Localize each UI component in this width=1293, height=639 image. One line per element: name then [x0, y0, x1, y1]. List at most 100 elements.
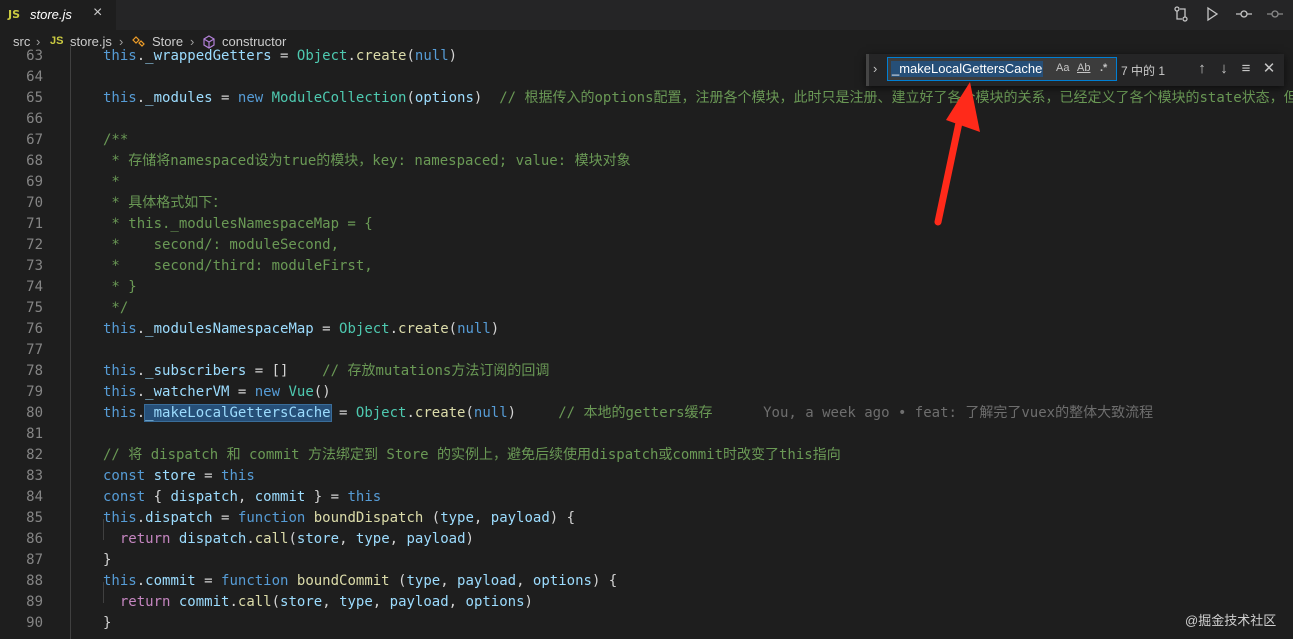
code-token: this: [103, 510, 137, 526]
source-control-icon[interactable]: [1235, 5, 1253, 23]
code-token: .: [136, 48, 146, 64]
line-number: 80: [26, 405, 43, 421]
code-token: // 本地的getters缓存: [558, 405, 713, 421]
line-number: 82: [26, 447, 43, 463]
code-text: this.dispatch = function boundDispatch (…: [103, 508, 575, 529]
code-line[interactable]: 86 return dispatch.call(store, type, pay…: [0, 529, 1293, 550]
code-token: options: [414, 90, 474, 106]
line-number: 84: [26, 489, 43, 505]
code-token: null: [457, 321, 491, 337]
chevron-right-icon[interactable]: ›: [873, 61, 877, 76]
find-input[interactable]: _makeLocalGettersCache Aa Ab .*: [887, 57, 1117, 81]
code-token: null: [473, 405, 508, 421]
code-line[interactable]: 89 return commit.call(store, type, paylo…: [0, 592, 1293, 613]
code-text: * }: [103, 277, 136, 298]
code-line[interactable]: 69 *: [0, 172, 1293, 193]
code-line[interactable]: 75 */: [0, 298, 1293, 319]
tab-store-js[interactable]: JS store.js ×: [0, 0, 116, 30]
code-line[interactable]: 70 * 具体格式如下：: [0, 193, 1293, 214]
code-token: .: [136, 90, 146, 106]
code-token: ,: [473, 510, 491, 526]
code-line[interactable]: 65 this._modules = new ModuleCollection(o…: [0, 88, 1293, 109]
code-token: (: [465, 405, 474, 421]
compare-changes-icon[interactable]: [1172, 5, 1190, 23]
code-text: return dispatch.call(store, type, payloa…: [103, 529, 474, 550]
close-icon[interactable]: ×: [93, 4, 102, 22]
code-token: .: [246, 531, 255, 547]
code-line[interactable]: 85 this.dispatch = function boundDispatch…: [0, 508, 1293, 529]
line-number: 71: [26, 216, 43, 232]
line-number: 85: [26, 510, 43, 526]
code-token: create: [355, 48, 407, 64]
code-line[interactable]: 82 // 将 dispatch 和 commit 方法绑定到 Store 的实例…: [0, 445, 1293, 466]
code-token: .: [406, 405, 415, 421]
code-text: /**: [103, 130, 128, 151]
code-token: this: [103, 384, 137, 400]
code-line[interactable]: 80 this._makeLocalGettersCache = Object.c…: [0, 403, 1293, 424]
code-line[interactable]: 87}: [0, 550, 1293, 571]
tab-filename: store.js: [30, 7, 72, 22]
code-line[interactable]: 76 this._modulesNamespaceMap = Object.cre…: [0, 319, 1293, 340]
code-line[interactable]: 77: [0, 340, 1293, 361]
run-icon[interactable]: [1203, 5, 1221, 23]
code-token: ,: [448, 594, 466, 610]
editor-tab-bar: JS store.js ×: [0, 0, 1293, 30]
code-token: * second/: moduleSecond,: [103, 237, 340, 253]
line-number: 87: [26, 552, 43, 568]
code-line[interactable]: 67 /**: [0, 130, 1293, 151]
code-token: =: [271, 48, 297, 64]
code-token: ,: [516, 573, 533, 589]
code-line[interactable]: 90}: [0, 613, 1293, 634]
whole-word-toggle[interactable]: Ab: [1077, 62, 1090, 74]
code-line[interactable]: 72 * second/: moduleSecond,: [0, 235, 1293, 256]
code-line[interactable]: 83 const store = this: [0, 466, 1293, 487]
code-token: return: [119, 594, 179, 610]
code-line[interactable]: 78 this._subscribers = [] // 存放mutations方…: [0, 361, 1293, 382]
find-widget: › _makeLocalGettersCache Aa Ab .* 7 中的 1…: [866, 54, 1284, 86]
regex-toggle[interactable]: .*: [1100, 62, 1107, 74]
code-text: }: [103, 613, 111, 634]
line-number: 78: [26, 363, 43, 379]
code-token: (: [271, 594, 281, 610]
code-line[interactable]: 73 * second/third: moduleFirst,: [0, 256, 1293, 277]
code-token: _watcherVM: [145, 384, 230, 400]
code-token: = []: [246, 363, 323, 379]
javascript-file-icon: JS: [8, 8, 21, 21]
code-token: call: [254, 531, 289, 547]
line-number: 77: [26, 342, 43, 358]
timeline-icon[interactable]: [1266, 5, 1284, 23]
code-token: null: [414, 48, 449, 64]
code-editor[interactable]: 63 this._wrappedGetters = Object.create(n…: [0, 46, 1293, 639]
code-token: type: [339, 594, 373, 610]
line-number: 79: [26, 384, 43, 400]
code-token: */: [103, 300, 129, 316]
code-token: {: [153, 489, 171, 505]
find-in-selection-icon[interactable]: ≡: [1237, 59, 1255, 79]
code-token: options: [532, 573, 592, 589]
code-line[interactable]: 71 * this._modulesNamespaceMap = {: [0, 214, 1293, 235]
code-token: // 将 dispatch 和 commit 方法绑定到 Store 的实例上，…: [103, 447, 841, 463]
code-line[interactable]: 74 * }: [0, 277, 1293, 298]
code-text: * second/: moduleSecond,: [103, 235, 339, 256]
code-text: this._makeLocalGettersCache = Object.cre…: [103, 403, 1153, 424]
code-token: ) {: [549, 510, 576, 526]
code-token: Vue: [288, 384, 314, 400]
code-token: new: [237, 90, 272, 106]
close-icon[interactable]: ✕: [1260, 59, 1278, 79]
code-line[interactable]: 81: [0, 424, 1293, 445]
code-line[interactable]: 79 this._watcherVM = new Vue(): [0, 382, 1293, 403]
code-text: this._wrappedGetters = Object.create(nul…: [103, 46, 457, 67]
code-token: =: [212, 90, 238, 106]
arrow-up-icon[interactable]: ↑: [1193, 59, 1211, 79]
code-token: // 存放mutations方法订阅的回调: [322, 363, 550, 379]
code-token: dispatch: [145, 510, 213, 526]
code-token: (: [406, 90, 415, 106]
code-line[interactable]: 84 const { dispatch, commit } = this: [0, 487, 1293, 508]
line-number: 73: [26, 258, 43, 274]
code-line[interactable]: 88 this.commit = function boundCommit (ty…: [0, 571, 1293, 592]
code-line[interactable]: 66: [0, 109, 1293, 130]
code-token: .: [136, 510, 146, 526]
match-case-toggle[interactable]: Aa: [1056, 62, 1069, 74]
arrow-down-icon[interactable]: ↓: [1215, 59, 1233, 79]
code-line[interactable]: 68 * 存储将namespaced设为true的模块，key: namespa…: [0, 151, 1293, 172]
